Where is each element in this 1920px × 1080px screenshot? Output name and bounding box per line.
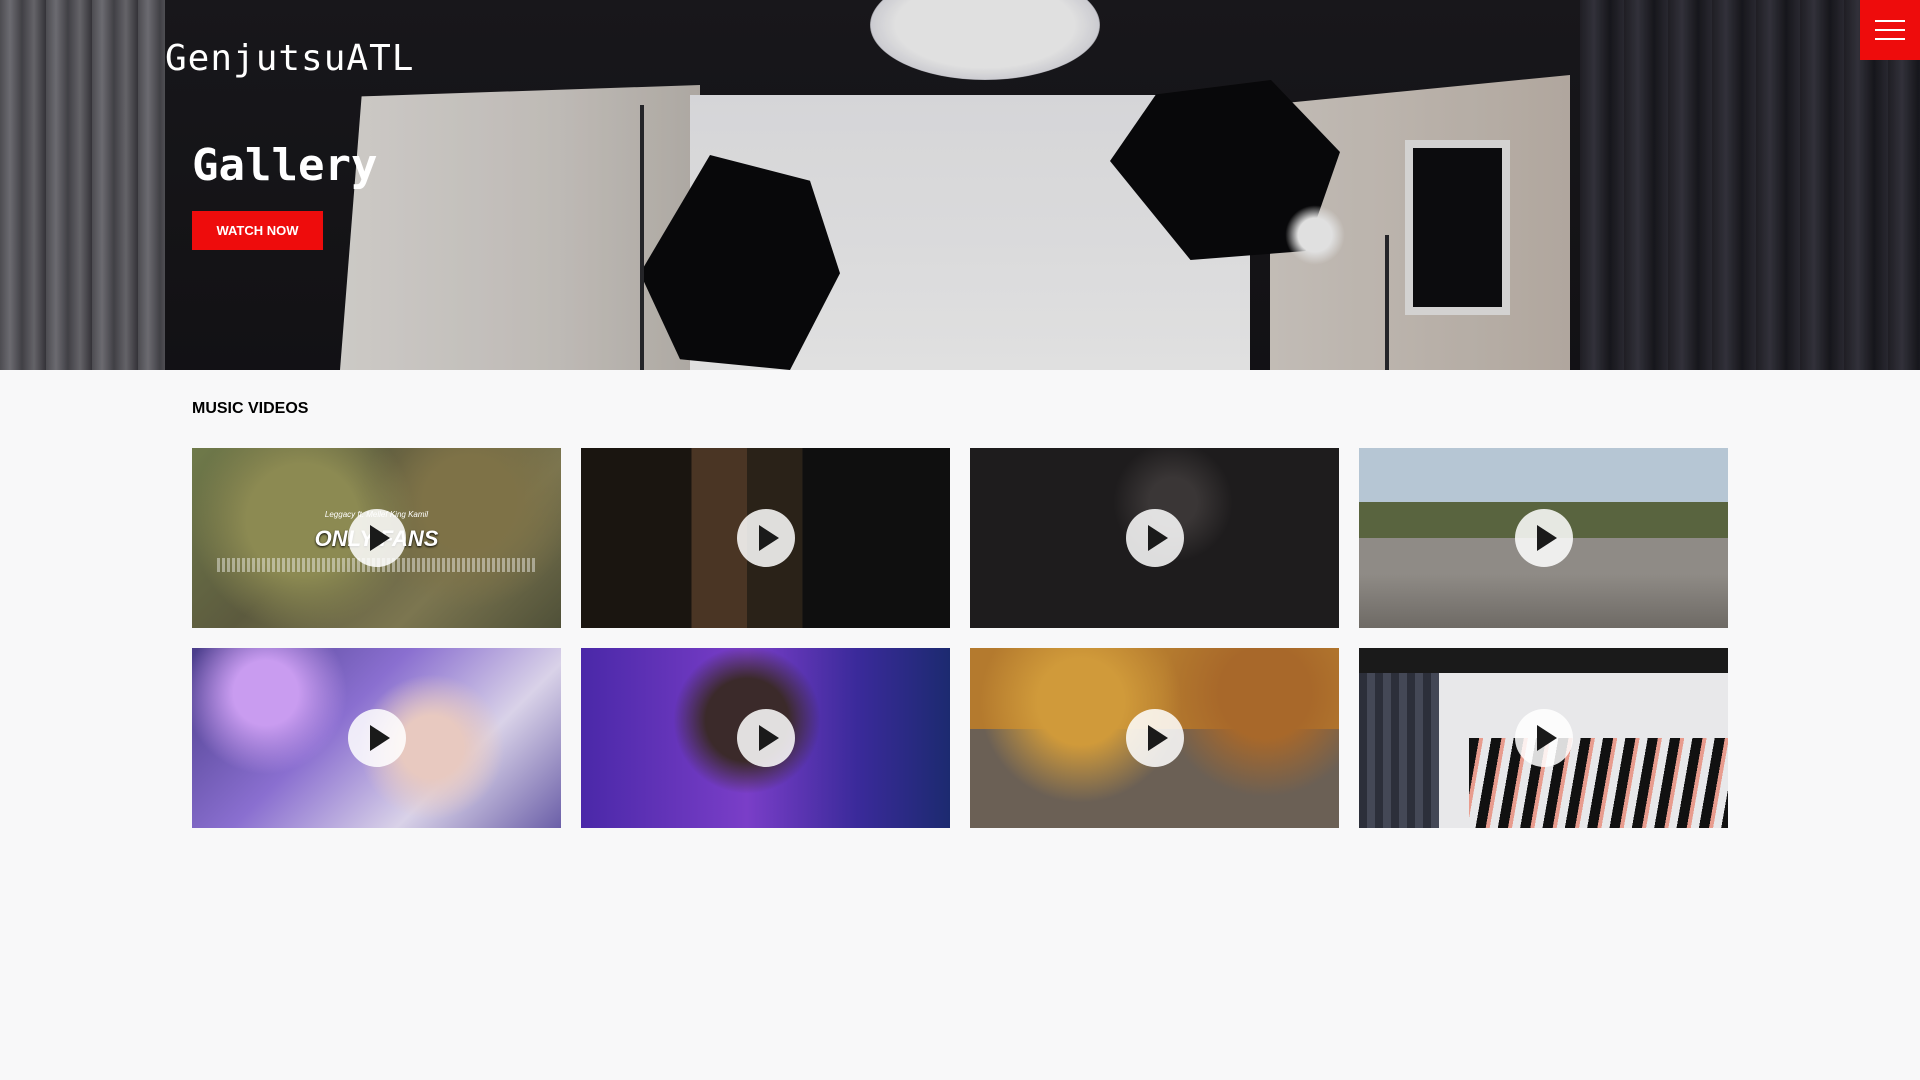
hero-banner: GenjutsuATL Gallery WATCH NOW [0, 0, 1920, 370]
video-thumbnail[interactable] [1359, 648, 1728, 828]
hero-title: Gallery [192, 140, 378, 191]
video-thumbnail[interactable]: Leggacy ft. Mellef King Kamil ONLY FANS [192, 448, 561, 628]
play-icon[interactable] [1514, 709, 1573, 767]
video-thumbnail[interactable] [970, 648, 1339, 828]
thumbnail-pencils [1469, 738, 1728, 828]
menu-line [1875, 29, 1905, 31]
video-thumbnail[interactable] [581, 648, 950, 828]
menu-line [1875, 38, 1905, 40]
video-thumbnail[interactable] [581, 448, 950, 628]
site-logo[interactable]: GenjutsuATL [165, 38, 414, 79]
menu-line [1875, 20, 1905, 22]
play-icon[interactable] [1125, 709, 1184, 767]
play-icon[interactable] [347, 509, 406, 567]
thumbnail-curtains [1359, 673, 1439, 828]
video-thumbnail[interactable] [970, 448, 1339, 628]
play-icon[interactable] [736, 709, 795, 767]
video-thumbnail[interactable] [1359, 448, 1728, 628]
hamburger-icon[interactable] [1860, 0, 1920, 60]
watch-now-button[interactable]: WATCH NOW [192, 211, 323, 250]
play-icon[interactable] [1514, 509, 1573, 567]
play-icon[interactable] [347, 709, 406, 767]
video-thumbnail[interactable] [192, 648, 561, 828]
play-icon[interactable] [736, 509, 795, 567]
video-grid: Leggacy ft. Mellef King Kamil ONLY FANS [192, 448, 1728, 828]
play-icon[interactable] [1125, 509, 1184, 567]
section-title: MUSIC VIDEOS [192, 400, 309, 417]
